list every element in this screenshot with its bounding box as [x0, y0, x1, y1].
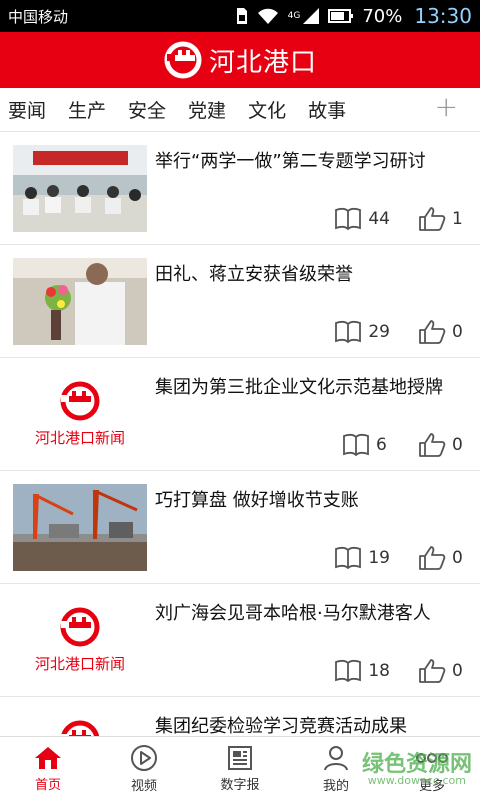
read-count: 44 [368, 209, 390, 229]
read-count: 18 [368, 661, 390, 681]
article-thumbnail [13, 145, 147, 232]
status-icons: 4G 70% 13:30 [236, 4, 472, 28]
article-item[interactable]: 巧打算盘 做好增收节支账 19 0 [0, 471, 480, 584]
sim-icon [236, 8, 247, 24]
book-icon [343, 434, 369, 457]
article-item[interactable]: 田礼、蒋立安获省级荣誉 29 0 [0, 245, 480, 358]
add-tab-button[interactable]: + [435, 90, 458, 123]
read-count: 29 [368, 322, 390, 342]
article-title[interactable]: 集团纪委检验学习竞赛活动成果 [155, 715, 470, 736]
network-type: 4G [287, 11, 301, 21]
nav-digital-paper-label: 数字报 [220, 777, 260, 793]
wifi-icon [257, 8, 278, 24]
article-title[interactable]: 刘广海会见哥本哈根·马尔默港客人 [155, 602, 470, 626]
battery-percent: 70% [362, 5, 403, 27]
thumbs-up-icon[interactable] [418, 658, 446, 684]
read-count: 6 [376, 435, 387, 455]
signal-icon [303, 8, 320, 24]
category-tabs: 要闻 生产 安全 党建 文化 故事 + [0, 88, 480, 132]
brand-caption: 河北港口新闻 [35, 655, 125, 673]
carrier-name: 中国移动 [8, 7, 69, 26]
article-stats: 44 1 [334, 206, 466, 232]
nav-digital-paper[interactable]: 数字报 [192, 737, 288, 800]
home-icon [35, 746, 61, 769]
battery-icon [328, 9, 354, 23]
book-icon [335, 208, 362, 231]
nav-video-label: 视频 [130, 778, 157, 794]
article-stats: 6 0 [342, 432, 466, 458]
thumbs-up-icon[interactable] [418, 545, 446, 571]
like-count: 0 [452, 548, 463, 568]
article-thumbnail: 河北港口新闻 [13, 371, 147, 458]
article-list: 举行“两学一做”第二专题学习研讨 44 1 田礼、蒋立安获省级荣誉 29 0 河… [0, 132, 480, 736]
thumbs-up-icon[interactable] [418, 319, 446, 345]
user-icon [324, 745, 348, 770]
article-title[interactable]: 举行“两学一做”第二专题学习研讨 [155, 150, 470, 174]
article-thumbnail [13, 710, 147, 736]
book-icon [335, 321, 362, 344]
article-item[interactable]: 举行“两学一做”第二专题学习研讨 44 1 [0, 132, 480, 245]
like-count: 0 [452, 435, 463, 455]
nav-home[interactable]: 首页 [0, 737, 96, 800]
like-count: 1 [452, 209, 463, 229]
article-thumbnail [13, 484, 147, 571]
read-count: 19 [368, 548, 390, 568]
watermark-url: www.downcc.com [367, 774, 466, 787]
like-count: 0 [452, 322, 463, 342]
newspaper-icon [228, 745, 252, 770]
tab-dangjian[interactable]: 党建 [188, 96, 226, 123]
article-item[interactable]: 集团纪委检验学习竞赛活动成果 [0, 697, 480, 736]
article-item[interactable]: 河北港口新闻 集团为第三批企业文化示范基地授牌 6 0 [0, 358, 480, 471]
article-stats: 19 0 [334, 545, 466, 571]
app-bar: 河北港口 [0, 32, 480, 88]
status-bar: 中国移动 4G 70% 13:30 [0, 0, 480, 32]
article-stats: 29 0 [334, 319, 466, 345]
tab-yaowen[interactable]: 要闻 [8, 96, 46, 123]
book-icon [335, 660, 362, 683]
nav-home-label: 首页 [34, 777, 61, 793]
like-count: 0 [452, 661, 463, 681]
article-title[interactable]: 巧打算盘 做好增收节支账 [155, 489, 470, 513]
article-item[interactable]: 河北港口新闻 刘广海会见哥本哈根·马尔默港客人 18 0 [0, 584, 480, 697]
nav-profile-label: 我的 [322, 778, 349, 794]
article-thumbnail: 河北港口新闻 [13, 597, 147, 684]
tab-anquan[interactable]: 安全 [128, 96, 166, 123]
app-title: 河北港口 [208, 47, 317, 78]
brand-caption: 河北港口新闻 [35, 429, 125, 447]
article-thumbnail [13, 258, 147, 345]
book-icon [335, 547, 362, 570]
article-title[interactable]: 田礼、蒋立安获省级荣誉 [155, 263, 470, 287]
tab-wenhua[interactable]: 文化 [248, 96, 286, 123]
tab-shengchan[interactable]: 生产 [68, 96, 106, 123]
article-stats: 18 0 [334, 658, 466, 684]
thumbs-up-icon[interactable] [418, 206, 446, 232]
thumbs-up-icon[interactable] [418, 432, 446, 458]
brand-logo-icon [164, 41, 202, 79]
nav-video[interactable]: 视频 [96, 737, 192, 800]
article-title[interactable]: 集团为第三批企业文化示范基地授牌 [155, 376, 470, 400]
tab-gushi[interactable]: 故事 [308, 96, 346, 123]
clock: 13:30 [414, 4, 472, 28]
play-icon [131, 744, 157, 771]
